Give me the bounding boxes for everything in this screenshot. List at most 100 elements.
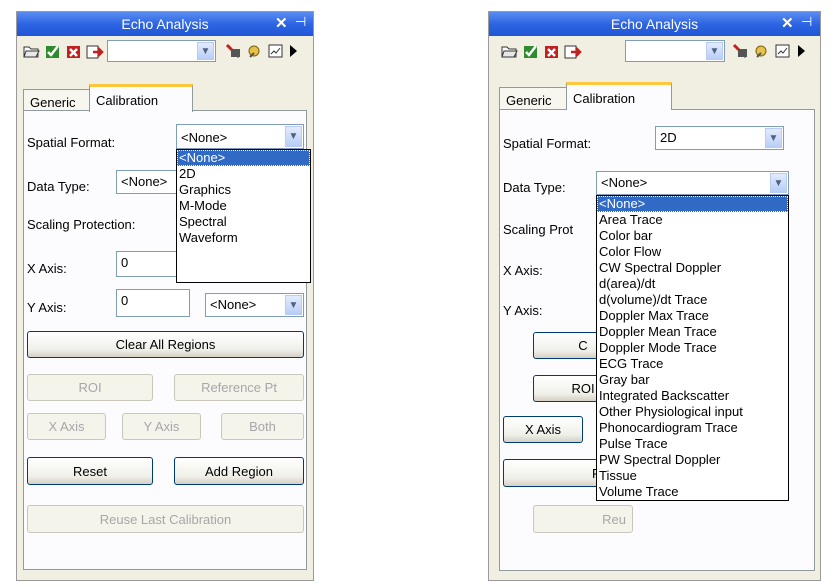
spatial-format-select[interactable]: <None> ▼ xyxy=(176,124,304,149)
data-type-value: <None> xyxy=(121,174,168,189)
spatial-format-value: 2D xyxy=(660,130,677,145)
spatial-format-label: Spatial Format: xyxy=(27,135,116,150)
toolbar: ▼ xyxy=(489,36,820,66)
echo-analysis-panel-right: Echo Analysis ✕ ⊣ ▼ Generic Calibration … xyxy=(488,11,821,581)
data-type-select[interactable]: <None> ▼ xyxy=(596,171,789,195)
echo-analysis-panel-left: Echo Analysis ✕ ⊣ ▼ Generic Calibration … xyxy=(16,11,314,581)
open-folder-icon[interactable] xyxy=(23,42,41,60)
dropdown-option[interactable]: Area Trace xyxy=(597,212,788,228)
x-axis-label: X Axis: xyxy=(27,261,67,276)
y-axis-label: Y Axis: xyxy=(27,300,67,315)
tool-a-icon[interactable] xyxy=(732,42,750,60)
pin-icon[interactable]: ⊣ xyxy=(295,14,306,30)
dropdown-option[interactable]: Pulse Trace xyxy=(597,436,788,452)
chevron-down-icon[interactable]: ▼ xyxy=(765,128,782,148)
reuse-last-calibration-button[interactable]: Reuse Last Calibration xyxy=(27,505,304,533)
tab-generic[interactable]: Generic xyxy=(499,87,567,109)
dropdown-option[interactable]: CW Spectral Doppler xyxy=(597,260,788,276)
y-axis-unit-select[interactable]: <None> ▼ xyxy=(205,293,304,317)
y-axis-unit-value: <None> xyxy=(210,297,257,312)
chevron-down-icon[interactable]: ▼ xyxy=(770,173,787,193)
delete-icon[interactable] xyxy=(543,42,561,60)
dropdown-option[interactable]: Integrated Backscatter xyxy=(597,388,788,404)
dropdown-option[interactable]: d(volume)/dt Trace xyxy=(597,292,788,308)
chevron-down-icon[interactable]: ▼ xyxy=(197,42,214,60)
check-icon[interactable] xyxy=(522,42,540,60)
spatial-format-value: <None> xyxy=(181,130,228,145)
dropdown-option[interactable]: Tissue xyxy=(597,468,788,484)
pin-icon[interactable]: ⊣ xyxy=(801,14,812,30)
reset-button[interactable]: Reset xyxy=(27,457,153,485)
dropdown-option[interactable]: Color Flow xyxy=(597,244,788,260)
x-axis-button[interactable]: X Axis xyxy=(27,413,106,440)
dropdown-option[interactable]: Other Physiological input xyxy=(597,404,788,420)
data-type-label: Data Type: xyxy=(27,179,90,194)
dropdown-option[interactable]: PW Spectral Doppler xyxy=(597,452,788,468)
tool-a-icon[interactable] xyxy=(225,42,243,60)
dropdown-option[interactable]: Phonocardiogram Trace xyxy=(597,420,788,436)
tool-b-icon[interactable] xyxy=(246,42,264,60)
dropdown-option[interactable]: ECG Trace xyxy=(597,356,788,372)
toolbar-combo[interactable]: ▼ xyxy=(107,40,216,62)
edit-icon[interactable] xyxy=(774,42,792,60)
more-arrow-icon[interactable] xyxy=(287,42,301,60)
dropdown-option[interactable]: Graphics xyxy=(177,182,310,198)
title-bar[interactable]: Echo Analysis ✕ ⊣ xyxy=(489,12,820,36)
panel-title: Echo Analysis xyxy=(121,16,209,32)
dropdown-option[interactable]: Gray bar xyxy=(597,372,788,388)
dropdown-option[interactable]: Color bar xyxy=(597,228,788,244)
data-type-label: Data Type: xyxy=(503,180,566,195)
delete-icon[interactable] xyxy=(65,42,83,60)
dropdown-option[interactable]: <None> xyxy=(597,196,788,212)
dropdown-option[interactable]: M-Mode xyxy=(177,198,310,214)
open-folder-icon[interactable] xyxy=(501,42,519,60)
scaling-protection-label: Scaling Protection: xyxy=(27,217,136,232)
y-axis-input[interactable]: 0 xyxy=(116,289,190,317)
calibration-tab-content: Spatial Format: 2D ▼ Data Type: <None> ▼… xyxy=(499,109,815,571)
data-type-dropdown-list: <None> Area Trace Color bar Color Flow C… xyxy=(596,195,789,501)
calibration-tab-content: Spatial Format: <None> ▼ Data Type: <Non… xyxy=(23,110,311,570)
both-button[interactable]: Both xyxy=(221,413,304,440)
tab-generic[interactable]: Generic xyxy=(23,89,90,111)
export-icon[interactable] xyxy=(86,42,104,60)
y-axis-label: Y Axis: xyxy=(503,303,543,318)
dropdown-option[interactable]: Doppler Max Trace xyxy=(597,308,788,324)
spatial-format-label: Spatial Format: xyxy=(503,136,592,151)
dropdown-option[interactable]: <None> xyxy=(177,150,310,166)
tab-calibration[interactable]: Calibration xyxy=(566,82,672,110)
x-axis-button[interactable]: X Axis xyxy=(503,416,583,443)
spatial-format-select[interactable]: 2D ▼ xyxy=(655,126,784,150)
roi-button[interactable]: ROI xyxy=(27,374,153,401)
dropdown-option[interactable]: 2D xyxy=(177,166,310,182)
chevron-down-icon[interactable]: ▼ xyxy=(706,42,723,60)
close-icon[interactable]: ✕ xyxy=(275,14,288,32)
dropdown-option[interactable]: Volume Trace xyxy=(597,484,788,500)
check-icon[interactable] xyxy=(44,42,62,60)
panel-title: Echo Analysis xyxy=(610,16,699,32)
more-arrow-icon[interactable] xyxy=(795,42,809,60)
scaling-protection-label: Scaling Prot xyxy=(503,222,574,237)
reference-pt-button[interactable]: Reference Pt xyxy=(174,374,304,401)
y-axis-button[interactable]: Y Axis xyxy=(122,413,201,440)
reuse-last-calibration-button[interactable]: Reu xyxy=(533,505,633,533)
title-bar[interactable]: Echo Analysis ✕ ⊣ xyxy=(17,12,313,36)
data-type-value: <None> xyxy=(601,175,648,190)
x-axis-label: X Axis: xyxy=(503,263,543,278)
close-icon[interactable]: ✕ xyxy=(781,14,794,32)
dropdown-option[interactable]: Spectral xyxy=(177,214,310,230)
tab-calibration[interactable]: Calibration xyxy=(89,84,193,112)
export-icon[interactable] xyxy=(564,42,582,60)
dropdown-option[interactable]: Doppler Mean Trace xyxy=(597,324,788,340)
spatial-format-dropdown-list: <None> 2D Graphics M-Mode Spectral Wavef… xyxy=(176,149,311,283)
add-region-button[interactable]: Add Region xyxy=(174,457,304,485)
chevron-down-icon[interactable]: ▼ xyxy=(285,295,302,315)
dropdown-option[interactable]: Doppler Mode Trace xyxy=(597,340,788,356)
dropdown-option[interactable]: d(area)/dt xyxy=(597,276,788,292)
dropdown-option[interactable]: Waveform xyxy=(177,230,310,246)
tool-b-icon[interactable] xyxy=(753,42,771,60)
toolbar-combo[interactable]: ▼ xyxy=(625,40,725,62)
edit-icon[interactable] xyxy=(267,42,285,60)
clear-all-regions-button[interactable]: Clear All Regions xyxy=(27,331,304,358)
chevron-down-icon[interactable]: ▼ xyxy=(285,126,302,147)
toolbar: ▼ xyxy=(17,36,313,66)
